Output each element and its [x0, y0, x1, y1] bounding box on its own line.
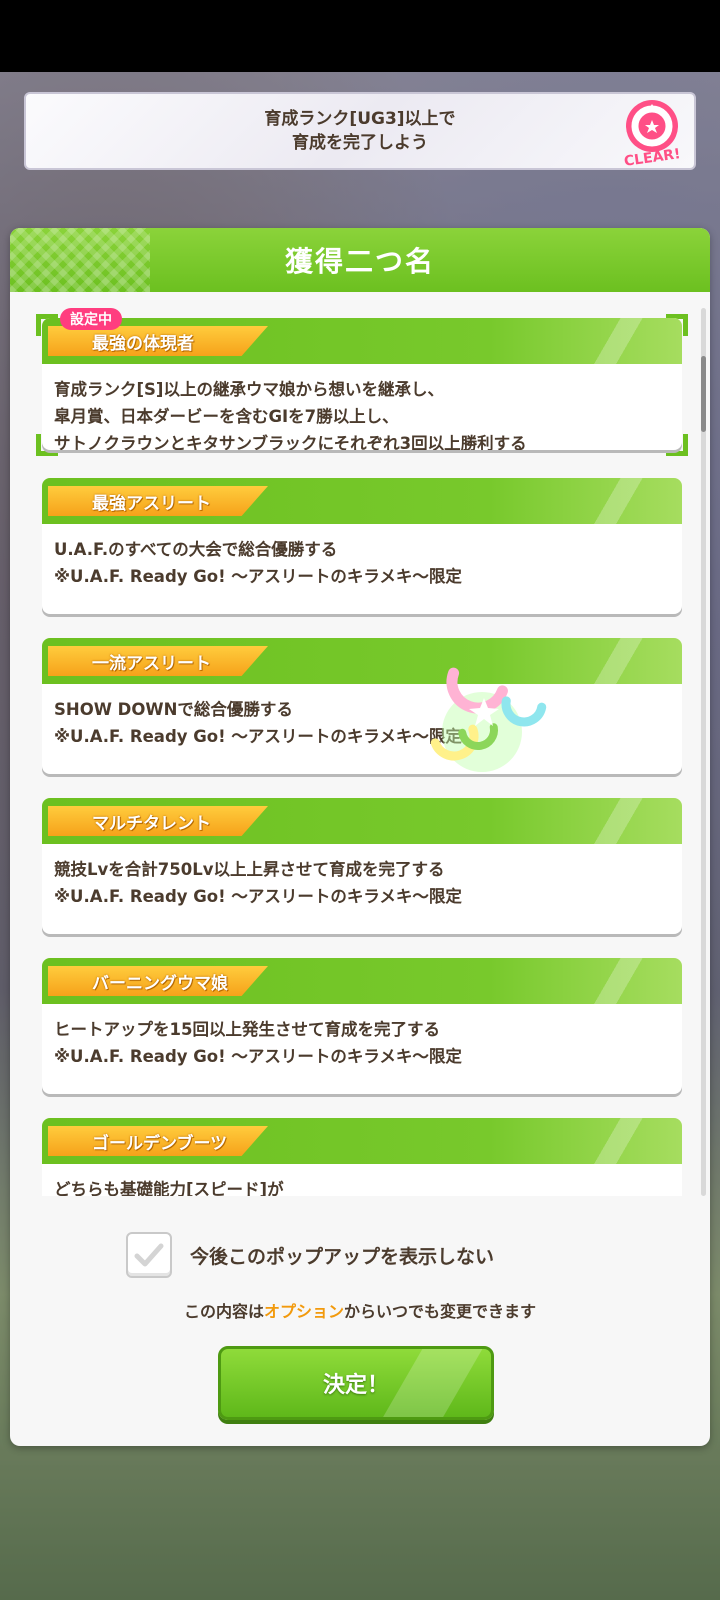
card-body: どちらも基礎能力[スピード]が [42, 1164, 682, 1196]
note-text: この内容は [183, 1302, 264, 1321]
title-condition: ※U.A.F. Ready Go! ～アスリートのキラメキ～限定 [54, 1047, 462, 1066]
title-condition: 育成ランク[S]以上の継承ウマ娘から想いを継承し、 [54, 380, 444, 399]
title-condition: ※U.A.F. Ready Go! ～アスリートのキラメキ～限定 [54, 887, 462, 906]
title-condition: ヒートアップを15回以上発生させて育成を完了する [54, 1020, 440, 1039]
clear-badge-text: CLEAR! [623, 146, 681, 168]
title-card[interactable]: 一流アスリート SHOW DOWNで総合優勝する ※U.A.F. Ready G… [42, 638, 682, 774]
list-scrollbar[interactable] [701, 308, 706, 1196]
title-name: 最強の体現者 [92, 333, 194, 354]
title-condition: 競技Lvを合計750Lv以上上昇させて育成を完了する [54, 860, 445, 879]
options-link-text: オプション [263, 1302, 344, 1321]
decide-button-label: 決定！ [322, 1373, 389, 1398]
card-header: 最強アスリート [42, 478, 682, 524]
title-condition: SHOW DOWNで総合優勝する [54, 700, 293, 719]
horseshoe-effect-icon [430, 667, 547, 772]
title-ribbon: 一流アスリート [48, 646, 268, 676]
card-header: 一流アスリート [42, 638, 682, 684]
title-condition: ※U.A.F. Ready Go! ～アスリートのキラメキ～限定 [54, 567, 462, 586]
title-ribbon: 最強アスリート [48, 486, 268, 516]
clear-stamp-icon: CLEAR! [623, 100, 681, 168]
title-condition: 皐月賞、日本ダービーを含むGⅠを7勝以上し、 [54, 407, 399, 426]
mission-line-1: 育成ランク[UG3]以上で [264, 109, 456, 129]
title-card[interactable]: ゴールデンブーツ どちらも基礎能力[スピード]が [42, 1118, 682, 1196]
title-card[interactable]: 最強アスリート U.A.F.のすべての大会で総合優勝する ※U.A.F. Rea… [42, 478, 682, 614]
mission-banner: 育成ランク[UG3]以上で 育成を完了しよう CLEAR! [24, 92, 696, 170]
checkmark-icon [134, 1243, 164, 1267]
title-name: ゴールデンブーツ [92, 1133, 228, 1154]
title-ribbon: 最強の体現者 [48, 326, 268, 356]
card-body: SHOW DOWNで総合優勝する ※U.A.F. Ready Go! ～アスリー… [42, 684, 682, 750]
checkbox-label: 今後このポップアップを表示しない [190, 1245, 495, 1268]
title-ribbon: マルチタレント [48, 806, 268, 836]
title-name: マルチタレント [92, 813, 211, 834]
title-condition: どちらも基礎能力[スピード]が [54, 1180, 284, 1196]
title-condition: サトノクラウンとキタサンブラックにそれぞれ3回以上勝利する [54, 434, 527, 450]
dont-show-again-checkbox[interactable] [126, 1232, 172, 1278]
title-card[interactable]: 最強の体現者 育成ランク[S]以上の継承ウマ娘から想いを継承し、 皐月賞、日本ダ… [42, 318, 682, 450]
card-body: U.A.F.のすべての大会で総合優勝する ※U.A.F. Ready Go! ～… [42, 524, 682, 590]
title-ribbon: ゴールデンブーツ [48, 1126, 268, 1156]
title-ribbon: バーニングウマ娘 [48, 966, 268, 996]
card-header: 最強の体現者 [42, 318, 682, 364]
note-text: からいつでも変更できます [344, 1302, 537, 1321]
title-card[interactable]: マルチタレント 競技Lvを合計750Lv以上上昇させて育成を完了する ※U.A.… [42, 798, 682, 934]
titles-modal: 獲得二つ名 設定中 最強の体現者 育成ランク[S]以上の継承ウマ娘から想いを継承… [10, 228, 710, 1446]
card-header: バーニングウマ娘 [42, 958, 682, 1004]
title-name: 最強アスリート [92, 493, 211, 514]
mission-line-2: 育成を完了しよう [292, 133, 428, 153]
title-name: 一流アスリート [92, 653, 211, 674]
title-name: バーニングウマ娘 [92, 973, 228, 994]
options-note: この内容はオプションからいつでも変更できます [10, 1298, 710, 1322]
modal-header: 獲得二つ名 [10, 228, 710, 292]
decide-button[interactable]: 決定！ [218, 1346, 494, 1420]
modal-title: 獲得二つ名 [284, 245, 435, 278]
title-card[interactable]: バーニングウマ娘 ヒートアップを15回以上発生させて育成を完了する ※U.A.F… [42, 958, 682, 1094]
card-header: ゴールデンブーツ [42, 1118, 682, 1164]
dont-show-again-row[interactable]: 今後このポップアップを表示しない [126, 1232, 494, 1278]
card-body: ヒートアップを15回以上発生させて育成を完了する ※U.A.F. Ready G… [42, 1004, 682, 1070]
scrollbar-thumb[interactable] [701, 356, 706, 432]
status-bar [0, 0, 720, 72]
modal-footer: 今後このポップアップを表示しない この内容はオプションからいつでも変更できます … [10, 1198, 710, 1446]
card-body: 育成ランク[S]以上の継承ウマ娘から想いを継承し、 皐月賞、日本ダービーを含むG… [42, 364, 682, 450]
title-condition: U.A.F.のすべての大会で総合優勝する [54, 540, 338, 559]
title-condition: ※U.A.F. Ready Go! ～アスリートのキラメキ～限定 [54, 727, 462, 746]
card-body: 競技Lvを合計750Lv以上上昇させて育成を完了する ※U.A.F. Ready… [42, 844, 682, 910]
title-list[interactable]: 設定中 最強の体現者 育成ランク[S]以上の継承ウマ娘から想いを継承し、 皐月賞… [30, 308, 694, 1196]
current-title-badge: 設定中 [60, 308, 122, 330]
card-header: マルチタレント [42, 798, 682, 844]
